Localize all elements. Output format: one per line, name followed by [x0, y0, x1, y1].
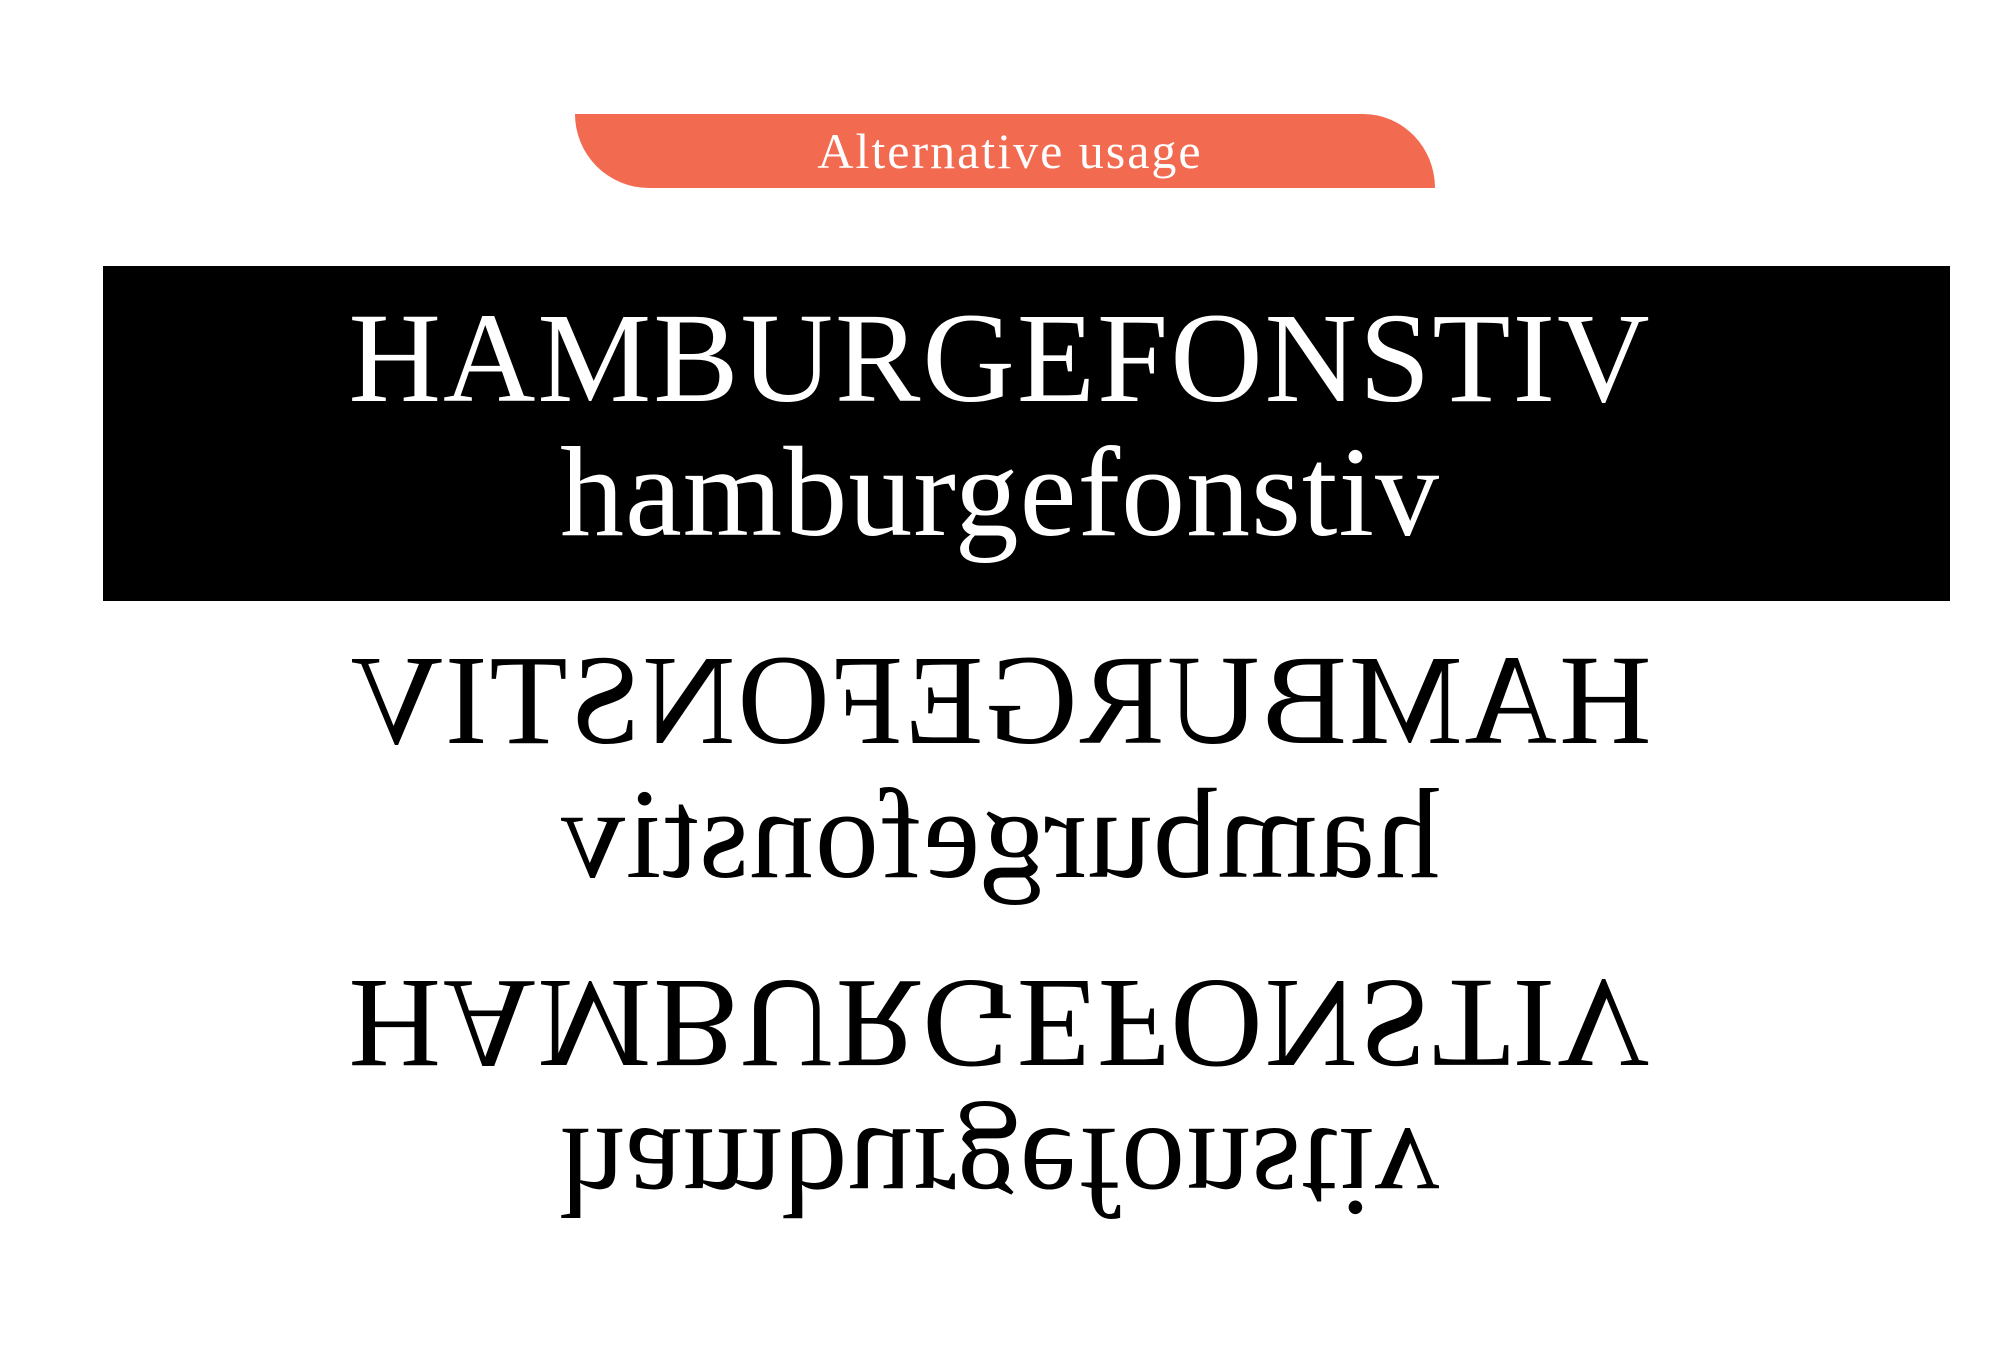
flipped-uppercase-line: HAMBURGEFONSTIV	[348, 953, 1652, 1095]
inverted-lowercase-line: hamburgefonstiv	[559, 421, 1441, 563]
section-tab-label: Alternative usage	[817, 123, 1203, 179]
mirrored-lowercase-line: hamburgefonstiv	[559, 763, 1441, 905]
inverted-uppercase-line: HAMBURGEFONSTIV	[348, 287, 1652, 429]
section-tab: Alternative usage	[575, 114, 1435, 188]
specimen-page: Alternative usage HAMBURGEFONSTIV hambur…	[0, 0, 2000, 1362]
mirrored-uppercase-line: HAMBURGEFONSTIV	[348, 629, 1652, 771]
flipped-lowercase-line: hamburgefonstiv	[559, 1101, 1441, 1243]
